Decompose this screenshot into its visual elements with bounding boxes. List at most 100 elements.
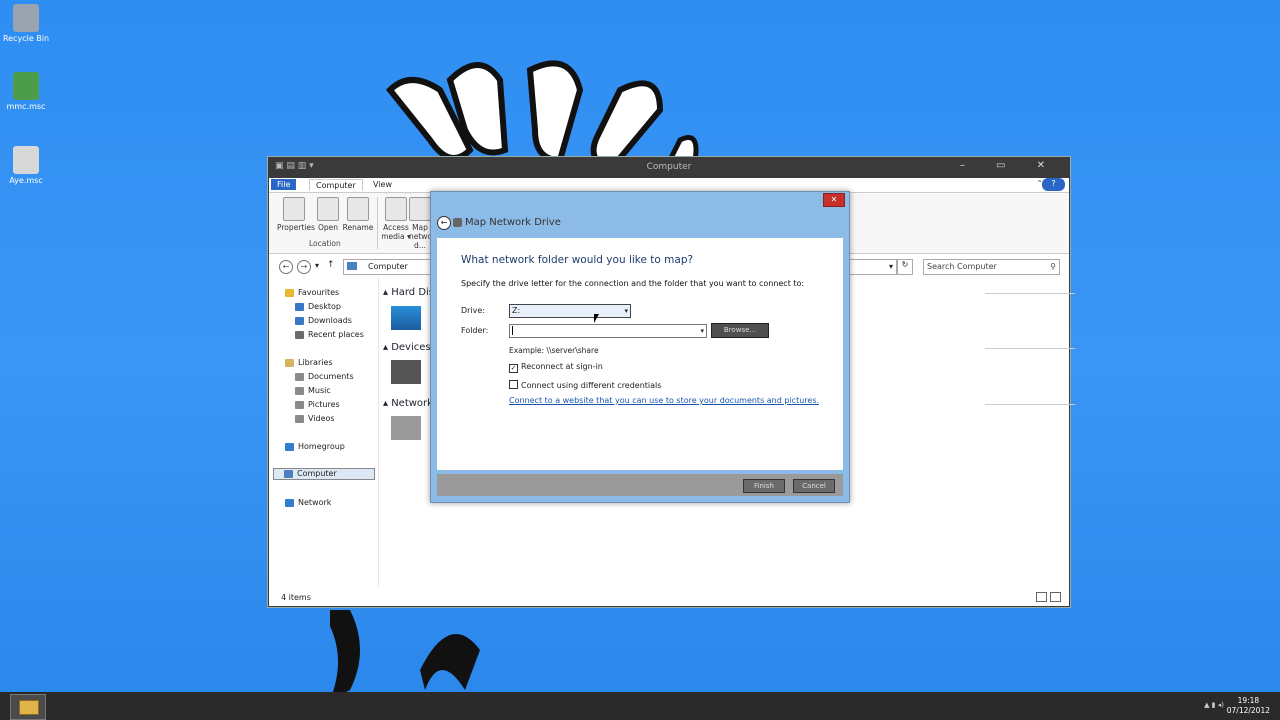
taskbar-file-explorer-button[interactable] [10, 694, 46, 720]
dialog-close-button[interactable]: ✕ [823, 193, 845, 207]
rename-label: Rename [342, 223, 374, 232]
recycle-bin-icon [13, 4, 39, 32]
reconnect-checkbox[interactable]: ✓ Reconnect at sign-in [509, 362, 603, 373]
nav-libraries[interactable]: Libraries [285, 358, 333, 367]
network-drive-icon [453, 218, 462, 227]
map-network-drive-button[interactable]: Map network d... [409, 197, 431, 250]
nav-homegroup[interactable]: Homegroup [285, 442, 345, 451]
clock-date: 07/12/2012 [1226, 706, 1270, 715]
folder-example: Example: \\server\share [509, 346, 599, 355]
website-link[interactable]: Connect to a website that you can use to… [509, 396, 819, 405]
homegroup-icon [285, 442, 294, 451]
nav-recent-places[interactable]: Recent places [295, 330, 364, 339]
address-dropdown-icon[interactable]: ▾ [889, 260, 893, 274]
rename-icon [347, 197, 369, 221]
dialog-footer: Finish Cancel [437, 474, 843, 496]
desktop-icon-mmc[interactable]: mmc.msc [2, 72, 50, 111]
checkbox-unchecked[interactable] [509, 380, 518, 389]
desktop-icon [295, 302, 304, 311]
folder-icon [19, 700, 39, 715]
chevron-down-icon: ▾ [624, 307, 628, 315]
desktop-icon-file[interactable]: Aye.msc [2, 146, 50, 185]
file-icon [13, 146, 39, 174]
window-controls[interactable]: – ▭ ✕ [960, 160, 1059, 171]
tab-view[interactable]: View [367, 179, 398, 190]
back-icon[interactable]: ← [279, 260, 293, 274]
nav-videos[interactable]: Videos [295, 414, 335, 423]
pane-divider[interactable] [378, 278, 379, 586]
nav-desktop[interactable]: Desktop [295, 302, 341, 311]
checkbox-checked[interactable]: ✓ [509, 364, 518, 373]
search-placeholder: Search Computer [927, 262, 997, 271]
desktop-icon-label: Aye.msc [9, 176, 43, 185]
cancel-button[interactable]: Cancel [793, 479, 835, 493]
nav-label: Music [308, 386, 331, 395]
mouse-cursor-icon [594, 314, 599, 323]
tab-file[interactable]: File [271, 179, 297, 190]
finish-button[interactable]: Finish [743, 479, 785, 493]
drive-value: Z: [512, 306, 521, 315]
refresh-icon[interactable]: ↻ [897, 259, 913, 275]
browse-button[interactable]: Browse... [711, 323, 769, 338]
recent-locations-icon[interactable]: ▾ [315, 261, 319, 270]
recent-places-icon [295, 330, 304, 339]
rename-button[interactable]: Rename [341, 197, 375, 232]
folder-input[interactable]: ▾ [509, 324, 707, 338]
status-item-count: 4 items [281, 593, 311, 602]
properties-button[interactable]: Properties [277, 197, 315, 232]
up-icon[interactable]: ↑ [327, 260, 335, 270]
desktop-icon-recycle-bin[interactable]: Recycle Bin [2, 4, 50, 43]
group-divider [985, 404, 1075, 405]
window-title: Computer [646, 162, 692, 172]
nav-label: Pictures [308, 400, 340, 409]
documents-icon [295, 372, 304, 381]
credentials-label: Connect using different credentials [521, 381, 662, 390]
network-icon [285, 498, 294, 507]
system-tray-icons[interactable]: ▲ ▮ ◂) [1204, 701, 1224, 709]
nav-label: Downloads [308, 316, 352, 325]
nav-favourites[interactable]: Favourites [285, 288, 339, 297]
address-path: Computer [368, 262, 408, 271]
computer-icon [284, 469, 293, 478]
media-icon [385, 197, 407, 221]
large-icons-view-icon[interactable] [1050, 592, 1061, 602]
reconnect-label: Reconnect at sign-in [521, 362, 603, 371]
drive-select[interactable]: Z: ▾ [509, 304, 631, 318]
taskbar-clock[interactable]: 19:18 07/12/2012 [1227, 696, 1270, 716]
nav-label: Videos [308, 414, 335, 423]
nav-label: Documents [308, 372, 354, 381]
music-icon [295, 386, 304, 395]
nav-label: Favourites [298, 288, 340, 297]
nav-documents[interactable]: Documents [295, 372, 354, 381]
open-button[interactable]: Open [311, 197, 345, 232]
nav-pictures[interactable]: Pictures [295, 400, 340, 409]
back-icon[interactable]: ← [437, 216, 451, 230]
nav-computer[interactable]: Computer [273, 468, 375, 480]
forward-icon[interactable]: → [297, 260, 311, 274]
dialog-body: What network folder would you like to ma… [437, 238, 843, 470]
title-bar[interactable]: ▣ ▤ ▥ ▾ Computer – ▭ ✕ [269, 158, 1069, 178]
search-icon: ⚲ [1050, 262, 1056, 271]
chevron-down-icon[interactable]: ▾ [700, 325, 704, 337]
ribbon-group-label: Location [309, 239, 341, 248]
map-drive-label: Map network d... [409, 223, 431, 250]
videos-icon [295, 414, 304, 423]
nav-network[interactable]: Network [285, 498, 331, 507]
properties-label: Properties [277, 223, 315, 232]
dialog-question: What network folder would you like to ma… [461, 254, 694, 266]
media-player-icon[interactable] [391, 416, 421, 440]
dialog-header: ← Map Network Drive [437, 214, 843, 236]
console-icon [13, 72, 39, 100]
credentials-checkbox[interactable]: Connect using different credentials [509, 380, 661, 390]
help-icon[interactable]: ? [1042, 178, 1065, 191]
nav-music[interactable]: Music [295, 386, 331, 395]
tab-computer[interactable]: Computer [309, 179, 363, 191]
access-media-button[interactable]: Access media ▾ [379, 197, 413, 241]
details-view-icon[interactable] [1036, 592, 1047, 602]
search-input[interactable]: Search Computer ⚲ [923, 259, 1060, 275]
nav-downloads[interactable]: Downloads [295, 316, 352, 325]
local-disk-icon[interactable] [391, 306, 421, 330]
nav-label: Libraries [298, 358, 333, 367]
access-media-label: Access media ▾ [381, 223, 411, 241]
dvd-drive-icon[interactable] [391, 360, 421, 384]
